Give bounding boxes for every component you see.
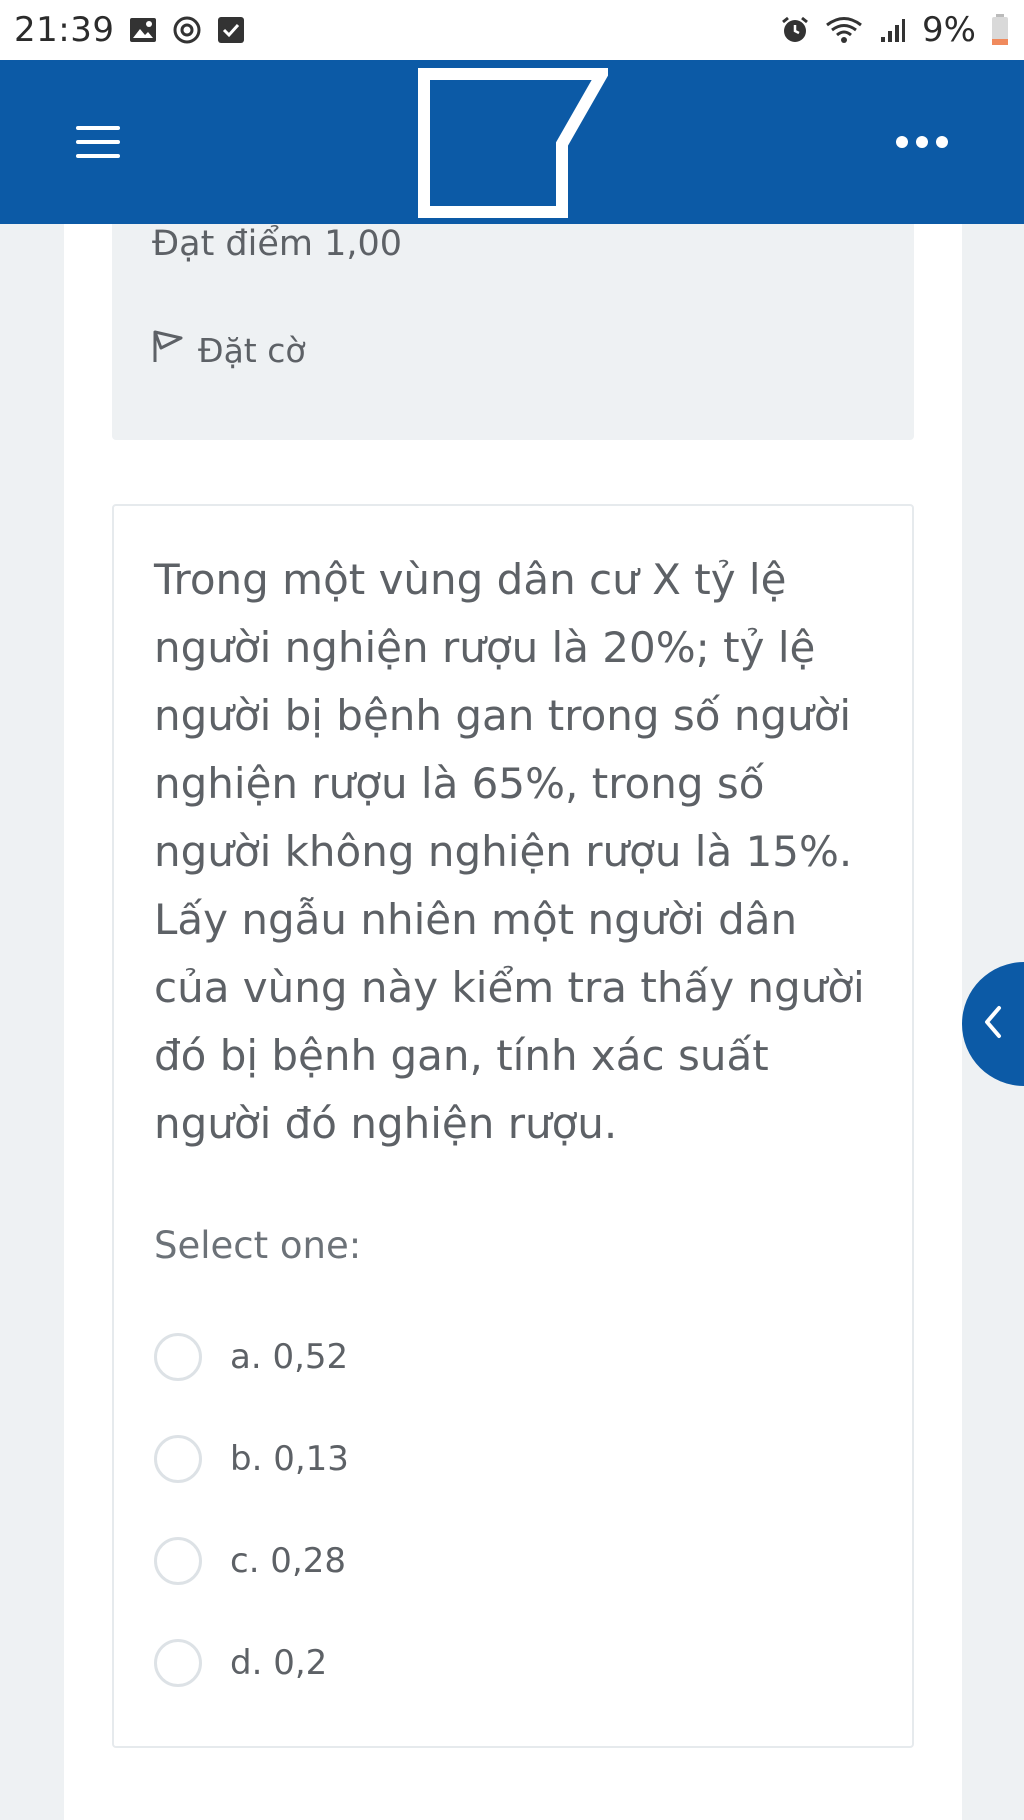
- radio-button[interactable]: [154, 1333, 202, 1381]
- gallery-icon: [128, 15, 158, 45]
- site-logo[interactable]: [418, 68, 608, 218]
- checkbox-icon: [216, 15, 246, 45]
- status-bar-right: 9%: [780, 10, 1010, 50]
- answer-option-d[interactable]: d. 0,2: [154, 1612, 349, 1714]
- radio-button[interactable]: [154, 1435, 202, 1483]
- status-bar: 21:39 9%: [0, 0, 1024, 60]
- radio-button[interactable]: [154, 1537, 202, 1585]
- chevron-left-icon: [981, 1002, 1005, 1046]
- radio-button[interactable]: [154, 1639, 202, 1687]
- flag-icon: [152, 328, 184, 372]
- answer-option-c[interactable]: c. 0,28: [154, 1510, 349, 1612]
- signal-icon: [878, 15, 908, 45]
- battery-percent: 9%: [922, 10, 976, 50]
- flag-label: Đặt cờ: [198, 330, 306, 370]
- status-bar-left: 21:39: [14, 10, 246, 50]
- flag-question-button[interactable]: Đặt cờ: [152, 328, 306, 372]
- wifi-icon: [824, 15, 864, 45]
- answer-option-a[interactable]: a. 0,52: [154, 1306, 349, 1408]
- alarm-icon: [780, 15, 810, 45]
- sync-icon: [172, 15, 202, 45]
- more-dots-icon[interactable]: [896, 130, 948, 154]
- battery-icon: [990, 14, 1010, 45]
- status-time: 21:39: [14, 10, 115, 50]
- answer-option-b[interactable]: b. 0,13: [154, 1408, 349, 1510]
- hamburger-icon[interactable]: [76, 126, 120, 158]
- question-card: Trong một vùng dân cư X tỷ lệ người nghi…: [112, 504, 914, 1748]
- answer-options: a. 0,52 b. 0,13 c. 0,28 d. 0,2: [154, 1306, 349, 1714]
- drawer-toggle-button[interactable]: [962, 962, 1024, 1086]
- answer-label: c. 0,28: [230, 1541, 347, 1581]
- select-prompt: Select one:: [154, 1224, 362, 1267]
- question-grade: Đạt điểm 1,00: [152, 224, 403, 264]
- answer-label: a. 0,52: [230, 1337, 349, 1377]
- question-text: Trong một vùng dân cư X tỷ lệ người nghi…: [154, 555, 865, 1148]
- app-header: [0, 60, 1024, 224]
- answer-label: d. 0,2: [230, 1643, 328, 1683]
- question-info: Đạt điểm 1,00 Đặt cờ: [112, 224, 914, 440]
- answer-label: b. 0,13: [230, 1439, 349, 1479]
